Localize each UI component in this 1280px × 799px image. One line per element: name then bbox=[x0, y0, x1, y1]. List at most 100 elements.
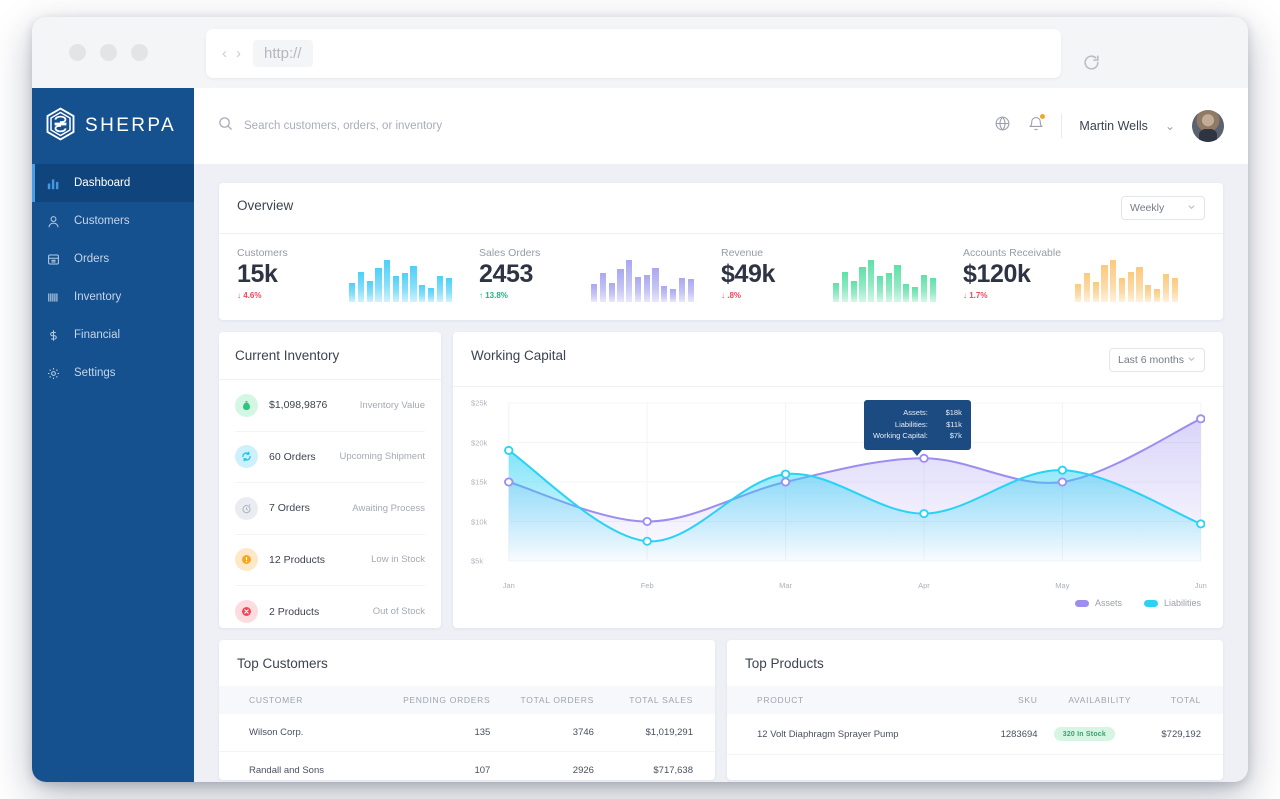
inventory-row[interactable]: 2 Products Out of Stock bbox=[235, 586, 425, 638]
chart-legend: Assets Liabilities bbox=[471, 598, 1205, 608]
bar-chart-icon bbox=[46, 177, 61, 190]
table-row[interactable]: Randall and Sons 107 2926 $717,638 bbox=[219, 751, 715, 780]
sidebar-item-label: Inventory bbox=[74, 291, 122, 303]
table-cell: 107 bbox=[367, 751, 491, 780]
x-axis-tick: May bbox=[1055, 581, 1070, 590]
legend-item[interactable]: Assets bbox=[1074, 598, 1122, 608]
sparkline-bar bbox=[670, 288, 677, 302]
reload-icon[interactable] bbox=[1082, 53, 1101, 77]
avatar[interactable] bbox=[1192, 110, 1224, 142]
search-input[interactable] bbox=[244, 120, 664, 132]
kpi-customers: Customers 15k ↓ 4.6% bbox=[237, 247, 479, 302]
boxes-icon bbox=[46, 291, 61, 304]
x-axis-tick: Jun bbox=[1194, 581, 1207, 590]
table-row[interactable]: 12 Volt Diaphragm Sprayer Pump 1283694 320… bbox=[727, 714, 1223, 755]
list-icon bbox=[46, 253, 61, 266]
sparkline-bar bbox=[1154, 289, 1161, 302]
sparkline-bar bbox=[428, 287, 435, 302]
sidebar-item-label: Settings bbox=[74, 367, 116, 379]
minimize-window-dot[interactable] bbox=[100, 44, 117, 61]
table-cell: $1,019,291 bbox=[593, 714, 715, 752]
sparkline-bar bbox=[349, 282, 356, 302]
sidebar-item-label: Financial bbox=[74, 329, 121, 341]
divider bbox=[453, 386, 1223, 387]
sparkline-bar bbox=[1110, 260, 1117, 302]
kpi-delta: ↓ 4.6% bbox=[237, 291, 262, 300]
url-input[interactable]: http:// bbox=[253, 40, 313, 67]
sidebar-item-financial[interactable]: Financial bbox=[32, 316, 194, 354]
sparkline-bar bbox=[920, 275, 927, 302]
table-cell: Wilson Corp. bbox=[219, 714, 368, 752]
legend-label: Liabilities bbox=[1163, 598, 1201, 608]
warning-icon bbox=[235, 548, 258, 572]
top-customers-card: Top Customers CUSTOMER PENDING ORDERS TOTA… bbox=[219, 640, 715, 780]
search-bar[interactable] bbox=[194, 116, 994, 136]
table-cell: 3746 bbox=[490, 714, 594, 752]
search-icon bbox=[218, 116, 233, 136]
header-actions: Martin Wells ⌄ bbox=[994, 110, 1248, 142]
kpi-sparkline bbox=[349, 260, 452, 302]
tooltip-row: Working Capital: $7k bbox=[873, 430, 962, 442]
notifications-bell[interactable] bbox=[1028, 113, 1047, 137]
top-products-card: Top Products PRODUCT SKU AVAILABILITY TOTAL… bbox=[727, 640, 1223, 780]
sparkline-bar bbox=[634, 276, 642, 302]
table-row[interactable]: Wilson Corp. 135 3746 $1,019,291 bbox=[219, 714, 715, 752]
legend-label: Assets bbox=[1094, 598, 1122, 608]
sparkline-bar bbox=[661, 286, 668, 302]
chart-svg bbox=[504, 402, 1205, 562]
column-header: PRODUCT bbox=[757, 695, 804, 705]
overview-title: Overview bbox=[237, 198, 294, 213]
sparkline-bar bbox=[1136, 266, 1143, 302]
sparkline-bar bbox=[1101, 265, 1108, 302]
sidebar-item-customers[interactable]: Customers bbox=[32, 202, 194, 240]
inventory-row[interactable]: 7 Orders Awaiting Process bbox=[235, 483, 425, 535]
tooltip-row: Assets: $18k bbox=[873, 407, 962, 419]
inventory-row[interactable]: 12 Products Low in Stock bbox=[235, 535, 425, 586]
browser-window: ‹ › http:// SHERPA Dashboard Customers O… bbox=[32, 17, 1248, 782]
globe-icon[interactable] bbox=[994, 115, 1011, 137]
legend-item[interactable]: Liabilities bbox=[1143, 598, 1201, 608]
chart-tooltip: Assets: $18k Liabilities: $11k Working Capit… bbox=[863, 400, 971, 456]
sparkline-bar bbox=[678, 277, 685, 302]
inventory-row[interactable]: $1,098,9876 Inventory Value bbox=[235, 380, 425, 432]
maximize-window-dot[interactable] bbox=[131, 44, 148, 61]
table-body: Wilson Corp. 135 3746 $1,019,291 Randall and… bbox=[219, 714, 715, 780]
range-select[interactable]: Last 6 months bbox=[1109, 348, 1205, 372]
sparkline-bar bbox=[419, 285, 426, 302]
inventory-list: $1,098,9876 Inventory Value 60 Orders Upcom… bbox=[235, 380, 425, 638]
browser-chrome: ‹ › http:// bbox=[32, 17, 1248, 88]
dashboard-content: Overview Weekly Customers 15k ↓ 4.6% Sales … bbox=[194, 164, 1248, 782]
user-name-label: Martin Wells bbox=[1079, 119, 1148, 133]
working-capital-plot: Assets: $18k Liabilities: $11k Working Capit… bbox=[471, 393, 1207, 596]
y-axis-tick: $20k bbox=[471, 438, 488, 447]
money-bag-icon bbox=[235, 393, 258, 417]
y-axis-tick: $5k bbox=[471, 556, 484, 566]
inventory-row-meta: Awaiting Process bbox=[352, 502, 425, 514]
sparkline-bar bbox=[1092, 281, 1099, 302]
window-traffic-lights bbox=[32, 44, 148, 61]
sparkline-bar bbox=[894, 265, 901, 302]
period-select[interactable]: Weekly bbox=[1121, 196, 1205, 220]
sparkline-bar bbox=[841, 271, 848, 302]
table-cell: 2926 bbox=[490, 751, 594, 780]
chevron-down-icon[interactable]: ⌄ bbox=[1165, 119, 1175, 133]
kpi-sparkline bbox=[1075, 260, 1178, 302]
sidebar-item-dashboard[interactable]: Dashboard bbox=[32, 164, 194, 202]
sherpa-hexagon-icon bbox=[45, 107, 76, 146]
inventory-row[interactable]: 60 Orders Upcoming Shipment bbox=[235, 432, 425, 483]
column-header: PENDING ORDERS bbox=[403, 695, 491, 705]
column-header: AVAILABILITY bbox=[1068, 695, 1132, 705]
sidebar-item-orders[interactable]: Orders bbox=[32, 240, 194, 278]
sidebar-item-inventory[interactable]: Inventory bbox=[32, 278, 194, 316]
close-window-dot[interactable] bbox=[69, 44, 86, 61]
back-button[interactable]: ‹ bbox=[222, 45, 227, 62]
tooltip-key: Working Capital: bbox=[872, 431, 928, 441]
forward-button[interactable]: › bbox=[236, 45, 241, 62]
brand-logo: SHERPA bbox=[32, 88, 194, 164]
app-header: Martin Wells ⌄ bbox=[194, 88, 1248, 164]
sparkline-bar bbox=[357, 271, 364, 302]
kpi-sales-orders: Sales Orders 2453 ↑ 13.8% bbox=[479, 247, 721, 302]
sparkline-bar bbox=[1162, 274, 1169, 302]
sidebar-item-settings[interactable]: Settings bbox=[32, 354, 194, 392]
url-bar[interactable]: ‹ › http:// bbox=[206, 29, 1061, 78]
